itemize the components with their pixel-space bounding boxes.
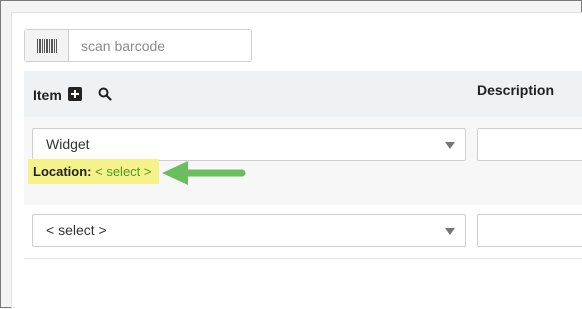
item-select-value: < select >: [46, 222, 107, 238]
table-header: Item Description: [24, 71, 582, 118]
scan-barcode-field: [24, 29, 252, 62]
add-item-icon[interactable]: [68, 87, 82, 101]
location-highlight: Location: < select >: [28, 159, 159, 184]
table-row: < select >: [24, 205, 582, 259]
item-select-value: Widget: [46, 136, 90, 152]
location-select-link[interactable]: < select >: [95, 164, 151, 179]
item-select[interactable]: < select >: [32, 214, 466, 247]
search-icon[interactable]: [98, 87, 112, 106]
item-column-header: Item: [33, 87, 62, 103]
location-label: Location:: [33, 164, 92, 179]
description-input[interactable]: [477, 214, 582, 247]
description-input[interactable]: [477, 128, 582, 161]
item-select[interactable]: Widget: [32, 128, 466, 161]
chevron-down-icon: [445, 228, 455, 235]
description-column-header: Description: [477, 82, 555, 98]
annotation-arrow-icon: [162, 161, 246, 185]
barcode-icon[interactable]: [25, 30, 69, 61]
scan-barcode-input[interactable]: [69, 30, 251, 61]
chevron-down-icon: [445, 142, 455, 149]
